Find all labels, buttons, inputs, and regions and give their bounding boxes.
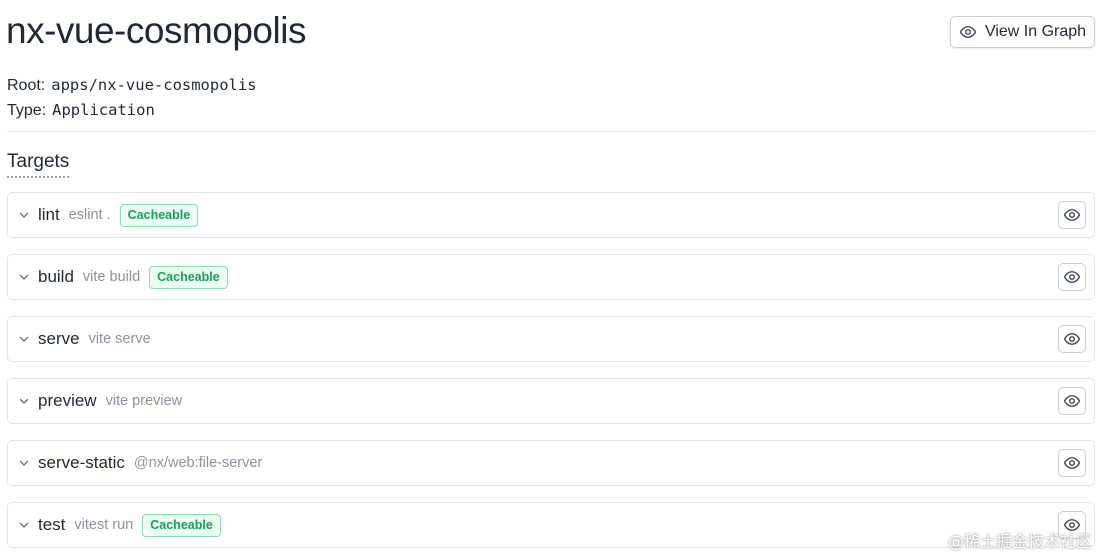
chevron-down-icon[interactable] (18, 271, 30, 283)
cacheable-badge: Cacheable (142, 513, 221, 537)
chevron-down-icon[interactable] (18, 209, 30, 221)
targets-heading: Targets (7, 151, 70, 178)
type-label: Type: (7, 102, 47, 119)
target-row-serve[interactable]: serve vite serve (7, 316, 1095, 362)
target-row-test[interactable]: test vitest run Cacheable (7, 502, 1095, 548)
view-target-button[interactable] (1058, 201, 1086, 229)
view-in-graph-button[interactable]: View In Graph (950, 16, 1095, 48)
header-divider (7, 131, 1095, 132)
chevron-down-icon[interactable] (18, 457, 30, 469)
view-target-button[interactable] (1058, 263, 1086, 291)
eye-icon (1063, 392, 1081, 410)
eye-icon (1063, 454, 1081, 472)
target-command: vite preview (105, 393, 183, 409)
eye-icon (1063, 206, 1081, 224)
cacheable-badge: Cacheable (119, 203, 199, 227)
view-target-button[interactable] (1058, 449, 1086, 477)
target-command: @nx/web:file-server (133, 455, 263, 471)
view-in-graph-label: View In Graph (984, 23, 1087, 40)
project-root: Root: apps/nx-vue-cosmopolis (7, 76, 257, 95)
eye-icon (959, 23, 977, 41)
target-name: lint (38, 205, 60, 224)
watermark: @稀土掘金技术社区 (947, 532, 1092, 551)
chevron-down-icon[interactable] (18, 395, 30, 407)
target-command: vite serve (88, 331, 151, 347)
project-title: nx-vue-cosmopolis (6, 10, 306, 51)
cacheable-badge: Cacheable (149, 265, 228, 289)
eye-icon (1063, 268, 1081, 286)
chevron-down-icon[interactable] (18, 519, 30, 531)
project-details-page: nx-vue-cosmopolis View In Graph Root: app… (0, 0, 1100, 556)
target-command: vite build (82, 269, 141, 285)
view-target-button[interactable] (1058, 325, 1086, 353)
target-name: serve-static (38, 453, 125, 472)
type-value: Application (52, 101, 155, 119)
chevron-down-icon[interactable] (18, 333, 30, 345)
target-name: preview (38, 391, 97, 410)
target-row-build[interactable]: build vite build Cacheable (7, 254, 1095, 300)
view-target-button[interactable] (1058, 387, 1086, 415)
target-row-serve-static[interactable]: serve-static @nx/web:file-server (7, 440, 1095, 486)
project-type: Type: Application (7, 101, 155, 120)
target-command: vitest run (74, 517, 134, 533)
target-row-preview[interactable]: preview vite preview (7, 378, 1095, 424)
target-name: build (38, 267, 74, 286)
target-name: test (38, 515, 66, 534)
target-name: serve (38, 329, 80, 348)
target-command: eslint . (68, 207, 111, 223)
root-value: apps/nx-vue-cosmopolis (51, 76, 257, 94)
eye-icon (1063, 330, 1081, 348)
root-label: Root: (7, 77, 46, 94)
target-row-lint[interactable]: lint eslint . Cacheable (7, 192, 1095, 238)
